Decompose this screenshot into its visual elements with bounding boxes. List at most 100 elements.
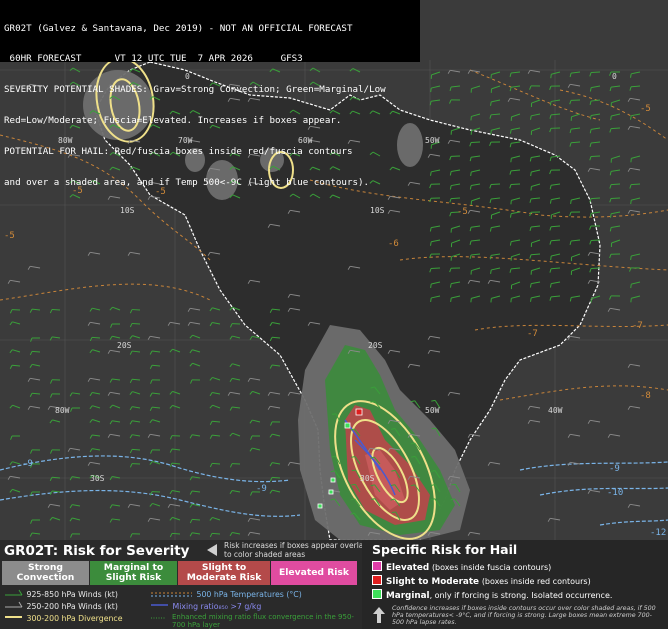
lat-label: 20S (368, 341, 383, 350)
wind-barb-flag (570, 199, 572, 205)
hail-item-elevated: Elevated (boxes inside fuscia contours) (372, 561, 551, 573)
contour-label: -6 (388, 239, 399, 249)
wind-barb-flag (470, 171, 472, 177)
lon-label: 40W (548, 406, 563, 415)
wind-barb-flag (490, 269, 492, 274)
legend-title: GR02T: Risk for Severity (4, 543, 190, 559)
lat-label: 20S (117, 341, 132, 350)
lon-label: 50W (425, 406, 440, 415)
wind-barb-flag (331, 455, 336, 458)
wind-barb-flag (629, 115, 632, 120)
wind-barb-flag (431, 427, 436, 430)
wind-barb (131, 448, 141, 451)
hail-box-marginal (344, 422, 351, 429)
wind-barb-flag (430, 171, 432, 176)
wind-barb-icon (5, 589, 23, 596)
wind-barb (271, 336, 281, 339)
forecast-header: GR02T (Galvez & Santavana, Dec 2019) - N… (0, 0, 420, 188)
wind-barb-flag (630, 284, 632, 289)
severity-slight-moderate: Slight to Moderate Risk (178, 561, 270, 585)
wind-barb (171, 532, 181, 535)
contour-label: -10 (607, 488, 624, 498)
lat-label: 10S (120, 206, 135, 215)
wind-barb (590, 197, 601, 200)
legend-note: Risk increases if boxes appear overlaid … (224, 541, 371, 559)
divergence-line-icon (5, 616, 22, 618)
contour-label: -7 (632, 321, 643, 331)
legend-panel: GR02T: Risk for Severity Risk increases … (0, 540, 668, 629)
hail-legend: Specific Risk for Hail Elevated (boxes i… (362, 540, 668, 629)
header-line: POTENTIAL FOR HAIL: Red/fuscia boxes ins… (4, 147, 353, 158)
header-line: 60HR FORECAST VT 12 UTC TUE 7 APR 2026 G… (4, 54, 303, 65)
header-line: SEVERITY POTENTIAL SHADES: Grav=Strong C… (4, 85, 386, 96)
lat-label: 30S (360, 474, 375, 483)
wind-barb-flag (530, 171, 532, 177)
wind-barb (211, 462, 221, 465)
severity-strong-convection: Strong Convection (2, 561, 89, 585)
legend-item-flux: Enhanced mixing ratio flux convergence i… (150, 613, 355, 629)
lat-label: 0 (612, 72, 617, 81)
hail-box-icon (372, 561, 382, 571)
legend-item-mixing: Mixing ratio₈₅₀ >7 g/kg (150, 601, 261, 611)
hail-box-icon (372, 575, 382, 585)
wind-barb-flag (490, 101, 492, 106)
contour-label: -7 (527, 329, 538, 339)
contour-label: -9 (256, 484, 267, 494)
temperature-line-icon (151, 592, 192, 597)
wind-barb (550, 225, 561, 228)
wind-barb-flag (430, 241, 432, 246)
wind-barb (131, 378, 141, 381)
wind-barb-flag (530, 297, 532, 302)
contour-label: -5 (457, 207, 468, 217)
wind-barb-flag (630, 200, 632, 205)
wind-barb-flag (630, 255, 632, 260)
header-line: Red=Low/Moderate; Fuscia=Elevated. Incre… (4, 116, 342, 127)
legend-item-winds-250: 250-200 hPa Winds (kt) (4, 601, 118, 611)
wind-barb (450, 197, 461, 200)
hail-box-moderate (355, 408, 363, 416)
wind-barb-flag (430, 87, 432, 93)
wind-barb (271, 476, 281, 479)
wind-barb (131, 322, 141, 325)
hail-item-marginal: Marginal, only if forcing is strong. Iso… (372, 589, 612, 601)
hail-box-marginal (330, 477, 336, 483)
wind-barb-flag (530, 115, 532, 120)
wind-barb (91, 336, 101, 339)
lon-label: 80W (55, 406, 70, 415)
lat-label: 30S (90, 474, 105, 483)
wind-barb-flag (609, 213, 612, 218)
wind-barb (630, 183, 641, 186)
wind-barb-flag (351, 483, 356, 486)
flux-line-icon (151, 617, 166, 619)
severity-legend: GR02T: Risk for Severity Risk increases … (0, 540, 370, 629)
wind-barb-flag (630, 73, 632, 78)
wind-barb-flag (430, 283, 432, 288)
header-line: GR02T (Galvez & Santavana, Dec 2019) - N… (4, 23, 353, 34)
severity-marginal: Marginal to Slight Risk (90, 561, 177, 585)
mixing-line-icon (151, 604, 168, 606)
legend-item-winds-925: 925-850 hPa Winds (kt) (4, 589, 118, 599)
hail-box-marginal (317, 503, 323, 509)
wind-barb-flag (351, 469, 356, 472)
contour-label: -5 (640, 104, 651, 114)
wind-barb (470, 141, 481, 144)
wind-barb (590, 239, 601, 242)
legend-item-temps: 500 hPa Temperatures (°C) (150, 589, 302, 599)
wind-barb-flag (450, 297, 452, 303)
contour-label: -9 (22, 459, 33, 469)
wind-barb-flag (430, 297, 432, 302)
wind-barb (211, 532, 221, 535)
wind-barb (191, 518, 201, 521)
hail-item-moderate: Slight to Moderate (boxes inside red con… (372, 575, 591, 587)
wind-barb (51, 308, 61, 311)
wind-barb (610, 183, 621, 186)
wind-barb-flag (509, 129, 512, 134)
wind-barb-icon (5, 601, 23, 608)
contour-label: -5 (4, 231, 15, 241)
wind-barb (610, 127, 621, 130)
wind-barb (490, 183, 501, 186)
severity-elevated: Elevated Risk (271, 561, 357, 585)
wind-barb (530, 253, 541, 256)
contour-label: -12 (650, 528, 667, 538)
lat-label: 10S (370, 206, 385, 215)
